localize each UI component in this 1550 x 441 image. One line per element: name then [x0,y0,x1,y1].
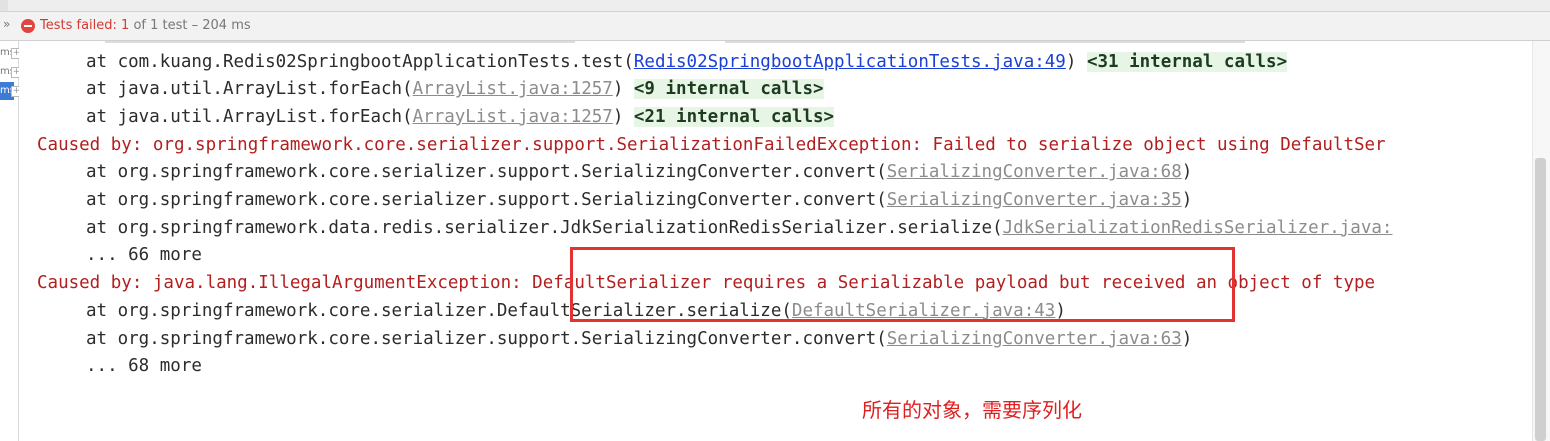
stack-frame-text: at java.util.ArrayList.forEach( [86,79,413,100]
source-link[interactable]: ArrayList.java:1257 [413,107,613,127]
test-failed-icon [21,19,35,33]
stack-frame-suffix: ) [1181,190,1193,210]
source-link[interactable]: JdkSerializationRedisSerializer.java: [1003,218,1393,238]
source-link[interactable]: SerializingConverter.java:63 [887,329,1182,349]
stack-frame-text: at org.springframework.data.redis.serial… [86,217,1003,238]
test-tree-row[interactable]: ms + [0,44,22,62]
stack-frame-line: at org.springframework.core.serializer.s… [86,187,1192,215]
caused-by-line: Caused by: org.springframework.core.seri… [37,134,1386,155]
stack-frame-text: at org.springframework.core.serializer.s… [86,190,887,210]
test-status-bar: » Tests failed: 1 of 1 test – 204 ms [0,12,1550,41]
stack-frame-line: at org.springframework.core.serializer.s… [86,326,1192,354]
expand-arrows-icon[interactable]: » [3,17,10,31]
stack-frame-line: at com.kuang.Redis02SpringbootApplicatio… [86,49,1288,77]
internal-calls-fold[interactable]: <21 internal calls> [633,106,835,127]
run-tool-window: » Tests failed: 1 of 1 test – 204 ms ms +… [0,0,1550,441]
test-tree-panel: ms + ms + ms + [0,41,22,441]
stack-frame-text: at org.springframework.core.serializer.s… [86,162,887,183]
source-link[interactable]: Redis02SpringbootApplicationTests.java:4… [634,52,1066,72]
test-tree-row[interactable]: ms + [0,63,22,81]
test-tree-row[interactable]: ms + [0,82,22,100]
highlight-annotation-box [570,247,1235,322]
console-output: at com.kuang.Redis02SpringbootApplicatio… [19,41,1550,441]
source-link[interactable]: SerializingConverter.java:68 [887,162,1182,182]
stack-frame-suffix: ) [612,79,634,100]
test-status-text: Tests failed: 1 of 1 test – 204 ms [40,18,251,33]
more-frames-line: ... 66 more [86,245,202,266]
stack-frame-line: at java.util.ArrayList.forEach(ArrayList… [86,104,835,132]
tool-window-tab-strip [0,0,1550,12]
stack-frame-suffix: ) [1181,162,1193,183]
stack-frame-line: at org.springframework.core.serializer.s… [86,159,1192,187]
status-label-suffix: of 1 test – 204 ms [129,18,251,33]
scrollbar-thumb[interactable] [1535,158,1546,441]
source-link[interactable]: SerializingConverter.java:35 [887,190,1182,210]
more-frames-line: ... 68 more [86,356,202,377]
stack-frame-text: at com.kuang.Redis02SpringbootApplicatio… [86,51,634,72]
status-label-prefix: Tests failed: [40,18,122,33]
stack-frame-suffix: ) [612,106,634,127]
stack-frame-line: at java.util.ArrayList.forEach(ArrayList… [86,76,824,104]
stack-frame-suffix: ) [1181,328,1193,349]
internal-calls-fold[interactable]: <9 internal calls> [633,79,824,100]
internal-calls-fold[interactable]: <31 internal calls> [1086,51,1288,72]
source-link[interactable]: ArrayList.java:1257 [413,79,613,99]
stack-frame-suffix: ) [1065,51,1087,72]
annotation-note: 所有的对象，需要序列化 [862,398,1082,422]
tab-stub[interactable] [0,0,8,11]
stack-frame-text: at java.util.ArrayList.forEach( [86,106,413,127]
clipped-previous-line [105,41,1335,43]
stack-frame-line: at org.springframework.data.redis.serial… [86,215,1392,243]
stack-frame-text: at org.springframework.core.serializer.s… [86,328,887,349]
